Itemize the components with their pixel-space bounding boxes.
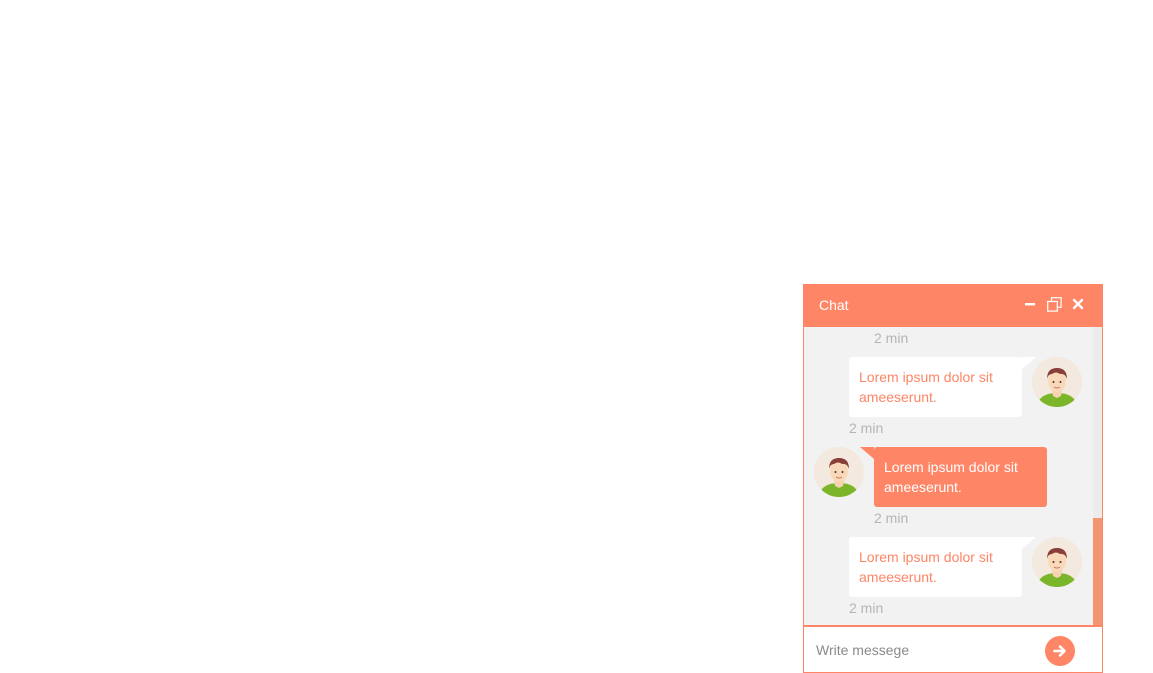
chat-header: Chat [803, 284, 1103, 327]
bubble-tail [860, 447, 874, 459]
message-bubble: Lorem ipsum dolor sit ameeserunt. [849, 357, 1022, 417]
avatar [1032, 537, 1082, 587]
message-time: 2 min [874, 330, 909, 346]
avatar [814, 447, 864, 497]
message-bubble: Lorem ipsum dolor sit ameeserunt. [849, 537, 1022, 597]
message-time: 2 min [849, 600, 884, 616]
bubble-tail [1022, 537, 1036, 549]
scrollbar-thumb[interactable] [1093, 518, 1102, 625]
message-text: Lorem ipsum dolor sit ameeserunt. [884, 459, 1018, 495]
message-time: 2 min [849, 420, 884, 436]
message-list[interactable]: 2 min Lorem ipsum dolor sit ameeserunt. … [803, 327, 1103, 627]
message-time: 2 min [874, 510, 909, 526]
restore-icon[interactable] [1046, 296, 1062, 312]
arrow-right-icon [1053, 645, 1066, 657]
message-text: Lorem ipsum dolor sit ameeserunt. [859, 549, 993, 585]
avatar [1032, 357, 1082, 407]
bubble-tail [1022, 357, 1036, 369]
message-input[interactable] [814, 637, 1038, 663]
close-icon[interactable] [1070, 296, 1086, 312]
chat-widget: Chat 2 min Lorem ipsum dolor sit ameeser… [803, 284, 1103, 673]
minimize-icon[interactable] [1022, 296, 1038, 312]
chat-title: Chat [819, 297, 849, 313]
message-text: Lorem ipsum dolor sit ameeserunt. [859, 369, 993, 405]
message-composer [803, 627, 1103, 673]
message-bubble: Lorem ipsum dolor sit ameeserunt. [874, 447, 1047, 507]
send-button[interactable] [1045, 636, 1075, 666]
